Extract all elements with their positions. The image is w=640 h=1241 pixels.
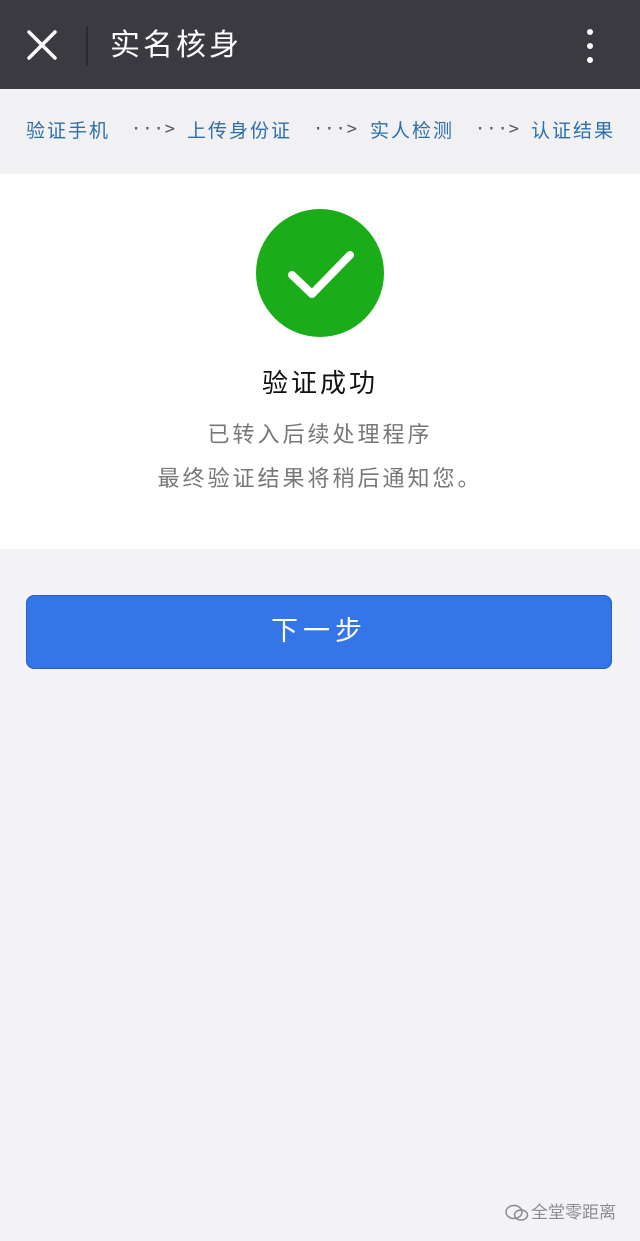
result-title: 验证成功 (261, 369, 378, 399)
watermark-text: 全堂零距离 (531, 1203, 616, 1223)
page-title: 实名核身 (110, 28, 242, 63)
step-result: 认证结果 (531, 120, 616, 142)
result-card: 验证成功 已转入后续处理程序 最终验证结果将稍后通知您。 (0, 174, 640, 549)
step-arrow: ···> (475, 119, 520, 139)
progress-steps: 验证手机 ···> 上传身份证 ···> 实人检测 ···> 认证结果 (0, 89, 640, 174)
title-bar: 实名核身 (0, 0, 640, 89)
step-arrow: ···> (313, 119, 358, 139)
more-button[interactable] (574, 26, 606, 66)
step-verify-phone: 验证手机 (26, 120, 111, 142)
close-icon (27, 30, 57, 60)
success-check-icon (256, 209, 384, 337)
close-button[interactable] (24, 27, 60, 63)
step-arrow: ···> (131, 119, 176, 139)
step-upload-id: 上传身份证 (187, 120, 293, 142)
title-divider (86, 26, 88, 66)
wechat-icon (505, 1204, 529, 1221)
more-dot (587, 57, 593, 63)
next-step-button[interactable]: 下一步 (26, 595, 612, 669)
more-dot (587, 43, 593, 49)
result-message-1: 已转入后续处理程序 (207, 423, 433, 448)
more-vertical-icon (587, 29, 593, 35)
step-liveness-check: 实人检测 (370, 120, 455, 142)
result-message-2: 最终验证结果将稍后通知您。 (157, 467, 483, 492)
watermark: 全堂零距离 (505, 1198, 616, 1223)
